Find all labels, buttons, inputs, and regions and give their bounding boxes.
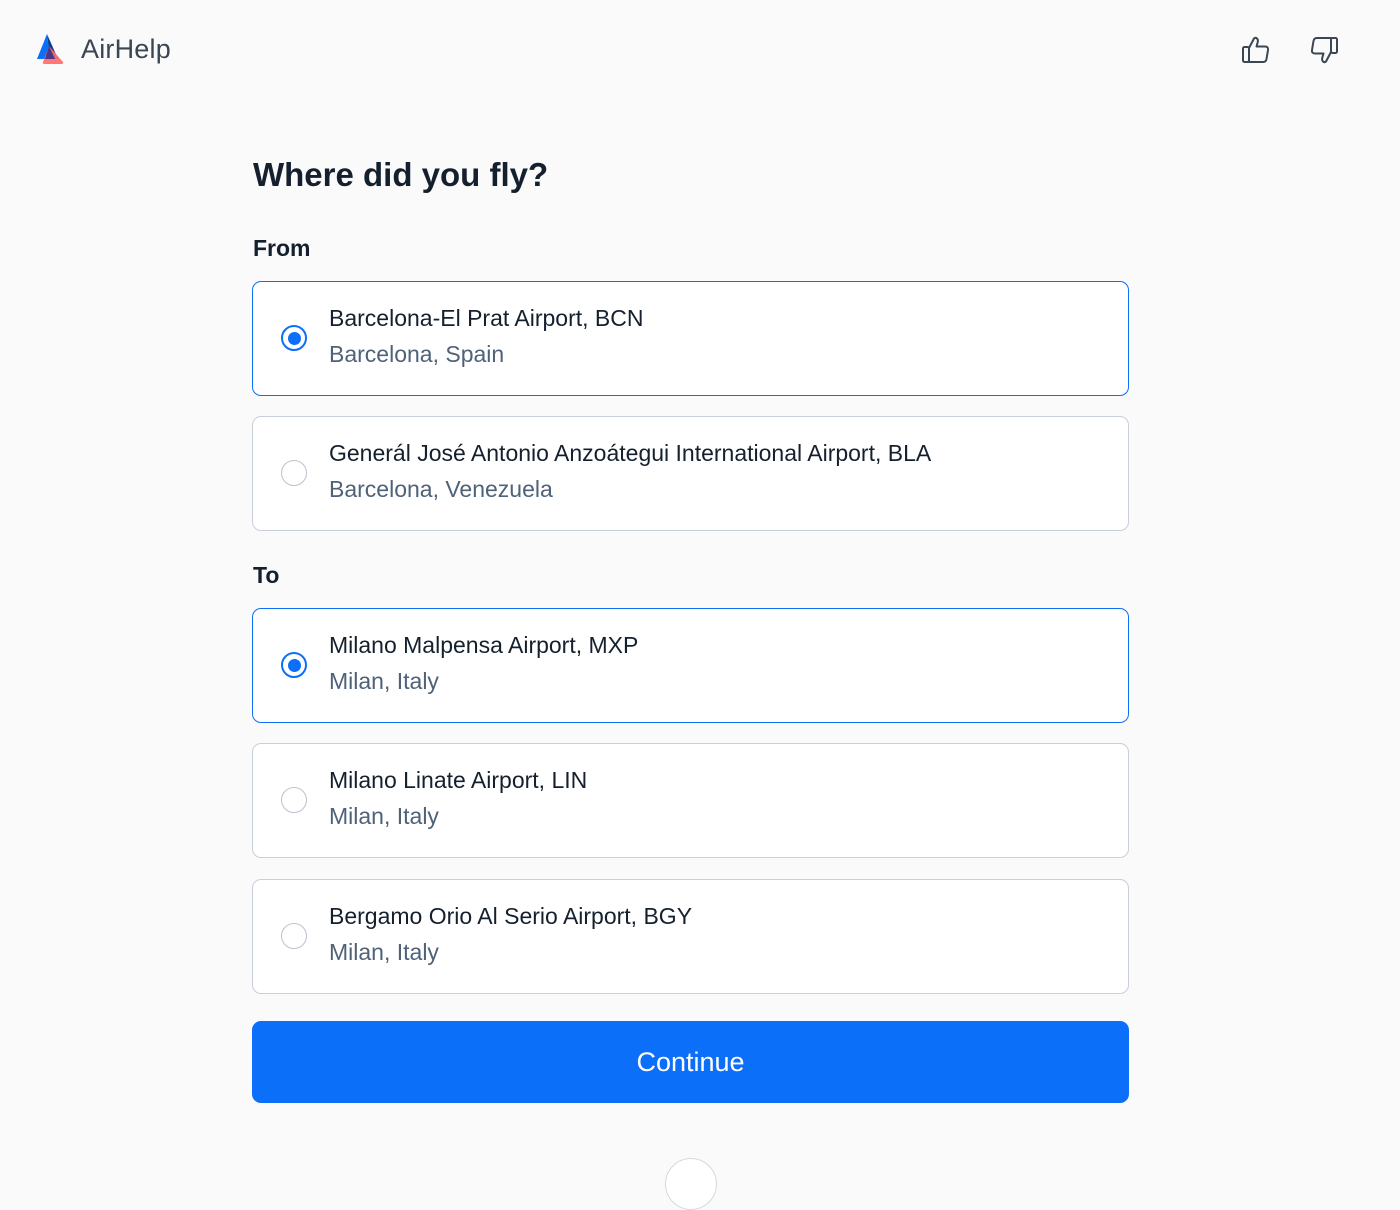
airport-name: Milano Malpensa Airport, MXP <box>329 632 639 658</box>
airport-name: Barcelona-El Prat Airport, BCN <box>329 305 644 331</box>
airport-location: Milan, Italy <box>329 939 439 965</box>
radio-selected[interactable] <box>281 325 307 351</box>
continue-button[interactable]: Continue <box>252 1021 1129 1103</box>
brand-logo[interactable]: AirHelp <box>36 32 171 66</box>
airport-location: Milan, Italy <box>329 668 439 694</box>
thumbs-down-icon <box>1310 37 1338 64</box>
to-option-mxp[interactable]: Milano Malpensa Airport, MXP Milan, Ital… <box>252 608 1129 723</box>
radio-unselected[interactable] <box>281 923 307 949</box>
thumbs-up-icon <box>1242 36 1270 63</box>
from-label: From <box>253 235 311 261</box>
radio-selected[interactable] <box>281 652 307 678</box>
scroll-hint-circle <box>665 1158 717 1210</box>
to-option-bgy[interactable]: Bergamo Orio Al Serio Airport, BGY Milan… <box>252 879 1129 994</box>
airhelp-logo-icon <box>37 34 64 64</box>
airport-name: Generál José Antonio Anzoátegui Internat… <box>329 440 932 466</box>
thumbs-down-button[interactable] <box>1304 30 1344 70</box>
page-title: Where did you fly? <box>253 156 549 193</box>
airport-location: Barcelona, Venezuela <box>329 476 553 502</box>
to-label: To <box>253 562 280 588</box>
brand-name: AirHelp <box>81 33 171 64</box>
airport-location: Milan, Italy <box>329 803 439 829</box>
header: AirHelp <box>0 0 1400 100</box>
to-option-lin[interactable]: Milano Linate Airport, LIN Milan, Italy <box>252 743 1129 858</box>
airport-name: Milano Linate Airport, LIN <box>329 767 588 793</box>
airport-location: Barcelona, Spain <box>329 341 505 367</box>
thumbs-up-button[interactable] <box>1236 30 1276 70</box>
radio-unselected[interactable] <box>281 787 307 813</box>
from-option-bla[interactable]: Generál José Antonio Anzoátegui Internat… <box>252 416 1129 531</box>
radio-unselected[interactable] <box>281 460 307 486</box>
airport-name: Bergamo Orio Al Serio Airport, BGY <box>329 903 693 929</box>
from-option-bcn[interactable]: Barcelona-El Prat Airport, BCN Barcelona… <box>252 281 1129 396</box>
